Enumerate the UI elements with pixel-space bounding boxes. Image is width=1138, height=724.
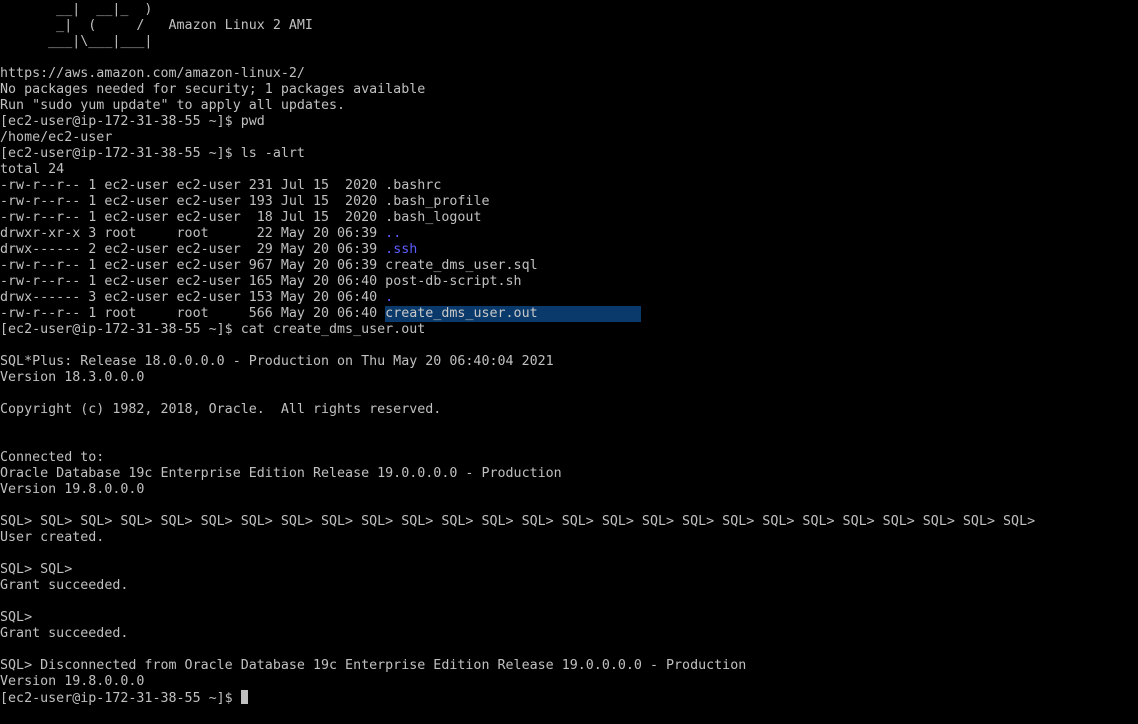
listing-row: -rw-r--r-- 1 ec2-user ec2-user 231 Jul 1… [0,178,1138,194]
motd-line: No packages needed for security; 1 packa… [0,82,426,97]
command-line: [ec2-user@ip-172-31-38-55 ~]$ ls -alrt [0,146,305,161]
file-name: post-db-script.sh [385,274,522,289]
output-line: /home/ec2-user [0,130,113,145]
listing-row: -rw-r--r-- 1 ec2-user ec2-user 165 May 2… [0,274,1138,290]
listing-row: -rw-r--r-- 1 root root 566 May 20 06:40 … [0,306,1138,322]
file-meta: drwx------ 2 ec2-user ec2-user 29 May 20… [0,242,386,257]
command-line: [ec2-user@ip-172-31-38-55 ~]$ pwd [0,114,265,129]
listing-row: drwxr-xr-x 3 root root 22 May 20 06:39 .… [0,226,1138,242]
output-line: Oracle Database 19c Enterprise Edition R… [0,466,562,481]
output-line: Connected to: [0,450,105,465]
file-name: .bash_logout [385,210,482,225]
output-line: Copyright (c) 1982, 2018, Oracle. All ri… [0,402,442,417]
banner-line: ___|\___|___| [0,34,153,49]
selected-text[interactable]: create_dms_user.out [385,306,642,322]
file-meta: drwx------ 3 ec2-user ec2-user 153 May 2… [0,290,386,305]
output-line: Version 19.8.0.0.0 [0,482,145,497]
terminal-window[interactable]: __| __|_ ) _| ( / Amazon Linux 2 AMI ___… [0,2,1138,724]
banner-line: __| __|_ ) [0,2,153,17]
file-name: create_dms_user.sql [385,258,538,273]
directory-name: . [385,290,394,305]
listing-row: -rw-r--r-- 1 ec2-user ec2-user 193 Jul 1… [0,194,1138,210]
text-cursor [240,690,248,704]
directory-name: .. [385,226,402,241]
output-line: SQL> SQL> SQL> SQL> SQL> SQL> SQL> SQL> … [0,514,1036,529]
output-line: SQL> SQL> [0,562,73,577]
output-line: SQL> [0,610,33,625]
motd-url-line: https://aws.amazon.com/amazon-linux-2/ [0,66,305,81]
output-line: Grant succeeded. [0,626,129,641]
motd-line: Run "sudo yum update" to apply all updat… [0,98,346,113]
file-meta: drwxr-xr-x 3 root root 22 May 20 06:39 [0,226,386,241]
output-line: Version 18.3.0.0.0 [0,370,145,385]
listing-row: -rw-r--r-- 1 ec2-user ec2-user 967 May 2… [0,258,1138,274]
active-prompt-line[interactable]: [ec2-user@ip-172-31-38-55 ~]$ [0,690,1138,706]
file-name: .bash_profile [385,194,490,209]
output-line: Grant succeeded. [0,578,129,593]
directory-name: .ssh [385,242,418,257]
output-line: total 24 [0,162,65,177]
file-meta: -rw-r--r-- 1 ec2-user ec2-user 165 May 2… [0,274,386,289]
file-meta: -rw-r--r-- 1 ec2-user ec2-user 193 Jul 1… [0,194,386,209]
output-line: SQL*Plus: Release 18.0.0.0.0 - Productio… [0,354,554,369]
output-line: Version 19.8.0.0.0 [0,674,145,689]
file-meta: -rw-r--r-- 1 root root 566 May 20 06:40 [0,306,386,321]
shell-prompt: [ec2-user@ip-172-31-38-55 ~]$ [0,691,241,706]
output-line: User created. [0,530,105,545]
banner-line: _| ( / Amazon Linux 2 AMI [0,18,313,33]
file-meta: -rw-r--r-- 1 ec2-user ec2-user 18 Jul 15… [0,210,386,225]
listing-row: -rw-r--r-- 1 ec2-user ec2-user 18 Jul 15… [0,210,1138,226]
command-line: [ec2-user@ip-172-31-38-55 ~]$ cat create… [0,322,426,337]
file-meta: -rw-r--r-- 1 ec2-user ec2-user 231 Jul 1… [0,178,386,193]
listing-row: drwx------ 3 ec2-user ec2-user 153 May 2… [0,290,1138,306]
file-meta: -rw-r--r-- 1 ec2-user ec2-user 967 May 2… [0,258,386,273]
file-name: .bashrc [385,178,442,193]
output-line: SQL> Disconnected from Oracle Database 1… [0,658,747,673]
listing-row: drwx------ 2 ec2-user ec2-user 29 May 20… [0,242,1138,258]
